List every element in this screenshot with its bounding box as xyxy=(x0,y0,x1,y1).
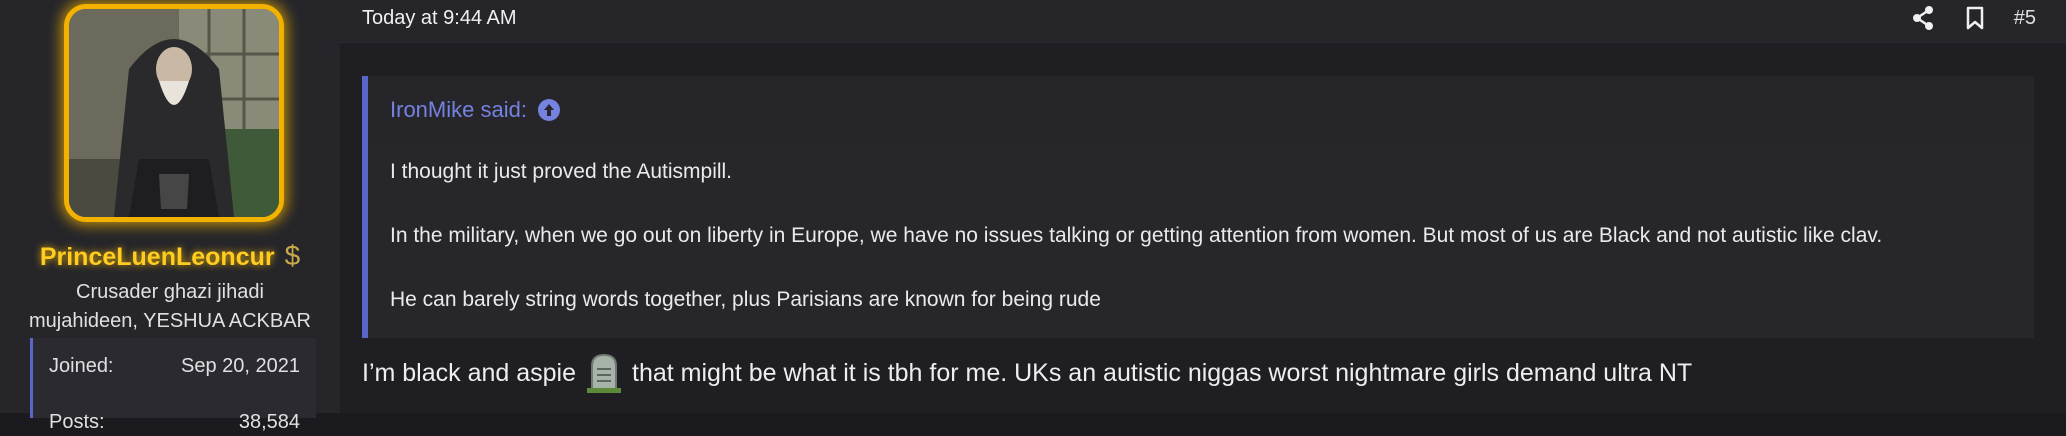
post-message: I’m black and aspie that might be what i… xyxy=(362,352,1692,394)
stat-row-posts: Posts: 38,584 xyxy=(33,394,316,436)
stat-label: Joined: xyxy=(49,355,114,377)
quote-paragraph: I thought it just proved the Autismpill. xyxy=(390,160,733,183)
bookmark-icon[interactable] xyxy=(1962,4,1988,32)
post-arrow xyxy=(326,36,340,64)
post-actions: #5 xyxy=(1910,4,2036,32)
stat-row-joined: Joined: Sep 20, 2021 xyxy=(33,338,316,380)
message-text-before: I’m black and aspie xyxy=(362,358,577,387)
user-sidebar: PrinceLuenLeoncur $ Crusader ghazi jihadi… xyxy=(0,0,341,433)
post-number[interactable]: #5 xyxy=(2014,7,2036,30)
stat-value: 38,584 xyxy=(238,411,300,433)
username[interactable]: PrinceLuenLeoncur xyxy=(40,243,275,271)
quote-author[interactable]: IronMike said: xyxy=(390,97,527,123)
user-title: Crusader ghazi jihadi mujahideen, YESHUA… xyxy=(28,281,311,332)
user-stats: Joined: Sep 20, 2021 Posts: 38,584 xyxy=(30,338,316,433)
avatar[interactable] xyxy=(64,4,284,222)
post-date[interactable]: Today at 9:44 AM xyxy=(362,7,517,30)
message-text-after: that might be what it is tbh for me. UKs… xyxy=(632,358,1693,387)
quote-block: IronMike said: I thought it just proved … xyxy=(362,76,2034,338)
dollar-icon: $ xyxy=(284,240,301,271)
stat-value: Sep 20, 2021 xyxy=(181,355,300,377)
quote-paragraph: In the military, when we go out on liber… xyxy=(390,224,1883,247)
quote-paragraph: He can barely string words together, plu… xyxy=(390,288,1101,311)
post: Today at 9:44 AM #5 IronMike said: I tho… xyxy=(326,0,2066,413)
grave-icon xyxy=(584,352,624,394)
quote-header[interactable]: IronMike said: xyxy=(368,76,2034,144)
quote-body: I thought it just proved the Autismpill.… xyxy=(368,156,2034,316)
stat-label: Posts: xyxy=(49,411,105,433)
avatar-image xyxy=(69,9,279,217)
share-icon[interactable] xyxy=(1910,4,1936,32)
post-header: Today at 9:44 AM #5 xyxy=(340,0,2066,43)
arrow-up-circle-icon[interactable] xyxy=(537,98,561,122)
username-row[interactable]: PrinceLuenLeoncur $ xyxy=(0,240,340,272)
